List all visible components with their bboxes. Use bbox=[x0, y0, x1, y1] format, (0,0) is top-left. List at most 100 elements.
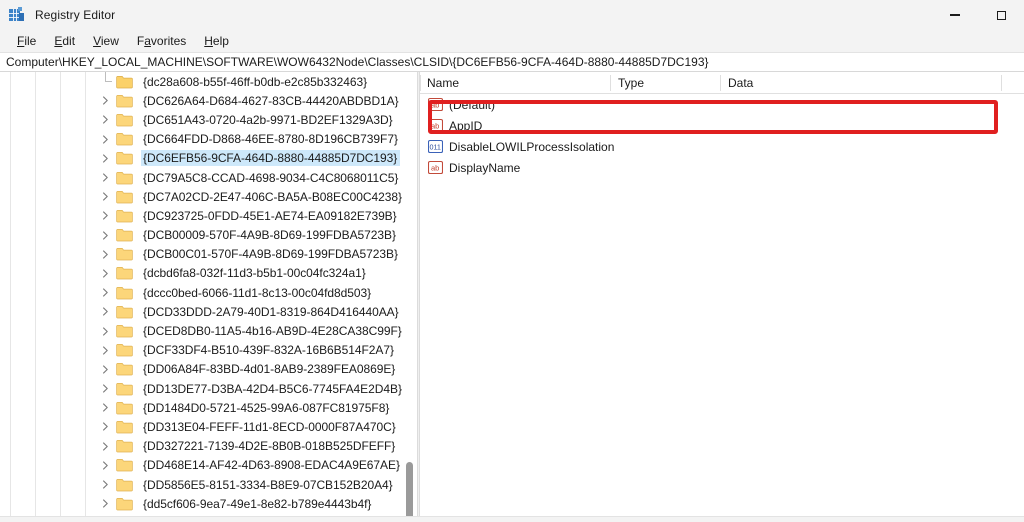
folder-icon bbox=[116, 420, 133, 434]
menu-view[interactable]: View bbox=[84, 32, 128, 50]
menu-edit[interactable]: Edit bbox=[45, 32, 84, 50]
tree-item[interactable]: {DD468E14-AF42-4D63-8908-EDAC4A9E67AE} bbox=[0, 456, 405, 475]
tree-item[interactable]: {DCF33DF4-B510-439F-832A-16B6B514F2A7} bbox=[0, 341, 405, 360]
chevron-right-icon[interactable] bbox=[100, 421, 111, 432]
chevron-right-icon[interactable] bbox=[100, 383, 111, 394]
column-header-type[interactable]: Type bbox=[611, 72, 721, 94]
folder-icon bbox=[116, 151, 133, 165]
folder-icon bbox=[116, 324, 133, 338]
minimize-button[interactable] bbox=[932, 0, 978, 30]
chevron-right-icon[interactable] bbox=[100, 134, 111, 145]
tree-item-label: {DD5856E5-8151-3334-B8E9-07CB152B20A4} bbox=[143, 477, 393, 492]
tree-item-label: {DC664FDD-D868-46EE-8780-8D196CB739F7} bbox=[143, 132, 398, 147]
chevron-right-icon[interactable] bbox=[100, 441, 111, 452]
maximize-button[interactable] bbox=[978, 0, 1024, 30]
value-row[interactable]: abDisplayNameREG_SZ@C:\Program Files\Ado… bbox=[420, 157, 1024, 178]
key-tree-pane[interactable]: {dc28a608-b55f-46ff-b0db-e2c85b332463} {D… bbox=[0, 72, 417, 522]
tree-item-label: {DCD33DDD-2A79-40D1-8319-864D416440AA} bbox=[143, 304, 399, 319]
tree-item[interactable]: {DC79A5C8-CCAD-4698-9034-C4C8068011C5} bbox=[0, 168, 405, 187]
value-row[interactable]: ab(Default)REG_SZAdobe PDF Preview Handl… bbox=[420, 94, 1024, 115]
tree-item[interactable]: {dccc0bed-6066-11d1-8c13-00c04fd8d503} bbox=[0, 283, 405, 302]
value-name: DisableLOWILProcessIsolation bbox=[449, 139, 615, 154]
values-list[interactable]: ab(Default)REG_SZAdobe PDF Preview Handl… bbox=[420, 94, 1024, 178]
tree-item-label: {dcbd6fa8-032f-11d3-b5b1-00c04fc324a1} bbox=[143, 266, 366, 281]
folder-icon bbox=[116, 305, 133, 319]
column-header-data[interactable]: Data bbox=[721, 72, 1001, 94]
value-row[interactable]: 011DisableLOWILProcessIsolationREG_DWORD… bbox=[420, 136, 1024, 157]
chevron-right-icon[interactable] bbox=[100, 402, 111, 413]
folder-icon bbox=[116, 132, 133, 146]
tree-item[interactable]: {DC7A02CD-2E47-406C-BA5A-B08EC00C4238} bbox=[0, 187, 405, 206]
chevron-right-icon[interactable] bbox=[100, 210, 111, 221]
string-value-icon: ab bbox=[428, 97, 443, 112]
tree-item[interactable]: {dd5cf606-9ea7-49e1-8e82-b789e4443b4f} bbox=[0, 494, 405, 513]
chevron-right-icon[interactable] bbox=[100, 153, 111, 164]
tree-item[interactable]: {DCB00C01-570F-4A9B-8D69-199FDBA5723B} bbox=[0, 245, 405, 264]
content-area: {dc28a608-b55f-46ff-b0db-e2c85b332463} {D… bbox=[0, 72, 1024, 522]
tree-item-label: {DD06A84F-83BD-4d01-8AB9-2389FEA0869E} bbox=[143, 362, 396, 377]
tree-scrollbar[interactable] bbox=[404, 72, 415, 522]
tree-item[interactable]: {DCD33DDD-2A79-40D1-8319-864D416440AA} bbox=[0, 302, 405, 321]
tree-item[interactable]: {DD06A84F-83BD-4d01-8AB9-2389FEA0869E} bbox=[0, 360, 405, 379]
registry-key-tree[interactable]: {dc28a608-b55f-46ff-b0db-e2c85b332463} {D… bbox=[0, 72, 405, 522]
tree-item[interactable]: {DCB00009-570F-4A9B-8D69-199FDBA5723B} bbox=[0, 226, 405, 245]
menu-bar: File Edit View Favorites Help bbox=[0, 30, 1024, 52]
menu-help[interactable]: Help bbox=[195, 32, 238, 50]
tree-item[interactable]: {DC651A43-0720-4a2b-9971-BD2EF1329A3D} bbox=[0, 110, 405, 129]
folder-icon bbox=[116, 266, 133, 280]
tree-item-label: {DC651A43-0720-4a2b-9971-BD2EF1329A3D} bbox=[143, 112, 393, 127]
chevron-right-icon[interactable] bbox=[100, 326, 111, 337]
tree-item[interactable]: {DD313E04-FEFF-11d1-8ECD-0000F87A470C} bbox=[0, 417, 405, 436]
tree-item-label: {DC923725-0FDD-45E1-AE74-EA09182E739B} bbox=[143, 208, 397, 223]
menu-favorites[interactable]: Favorites bbox=[128, 32, 195, 50]
folder-icon bbox=[116, 362, 133, 376]
folder-icon bbox=[116, 382, 133, 396]
window-controls bbox=[932, 0, 1024, 30]
tree-item[interactable]: {DCED8DB0-11A5-4b16-AB9D-4E28CA38C99F} bbox=[0, 321, 405, 340]
tree-item[interactable]: {DD1484D0-5721-4525-99A6-087FC81975F8} bbox=[0, 398, 405, 417]
folder-icon bbox=[116, 228, 133, 242]
address-bar[interactable]: Computer\HKEY_LOCAL_MACHINE\SOFTWARE\WOW… bbox=[0, 52, 1024, 72]
chevron-right-icon[interactable] bbox=[100, 191, 111, 202]
tree-item[interactable]: {dcbd6fa8-032f-11d3-b5b1-00c04fc324a1} bbox=[0, 264, 405, 283]
chevron-right-icon[interactable] bbox=[100, 498, 111, 509]
folder-icon bbox=[116, 190, 133, 204]
tree-item[interactable]: {dc28a608-b55f-46ff-b0db-e2c85b332463} bbox=[0, 72, 405, 91]
value-row[interactable]: abAppIDREG_SZ{6d2b5079-2f0b-48dd-ab7f-97… bbox=[420, 115, 1024, 136]
chevron-right-icon[interactable] bbox=[100, 479, 111, 490]
chevron-right-icon[interactable] bbox=[100, 268, 111, 279]
chevron-right-icon[interactable] bbox=[100, 114, 111, 125]
chevron-right-icon[interactable] bbox=[100, 460, 111, 471]
tree-scrollbar-thumb[interactable] bbox=[406, 462, 413, 522]
tree-item[interactable]: {DC6EFB56-9CFA-464D-8880-44885D7DC193} bbox=[0, 149, 405, 168]
tree-item[interactable]: {DD13DE77-D3BA-42D4-B5C6-7745FA4E2D4B} bbox=[0, 379, 405, 398]
menu-file[interactable]: File bbox=[8, 32, 45, 50]
folder-icon bbox=[116, 343, 133, 357]
value-name: DisplayName bbox=[449, 160, 521, 175]
folder-icon bbox=[116, 286, 133, 300]
registry-editor-icon bbox=[9, 7, 25, 23]
tree-item[interactable]: {DD327221-7139-4D2E-8B0B-018B525DFEFF} bbox=[0, 437, 405, 456]
tree-item-label: {DD13DE77-D3BA-42D4-B5C6-7745FA4E2D4B} bbox=[143, 381, 402, 396]
tree-item-label: {DCB00009-570F-4A9B-8D69-199FDBA5723B} bbox=[143, 228, 396, 243]
tree-item[interactable]: {DC664FDD-D868-46EE-8780-8D196CB739F7} bbox=[0, 130, 405, 149]
string-value-icon: ab bbox=[428, 160, 443, 175]
chevron-right-icon[interactable] bbox=[100, 287, 111, 298]
values-pane[interactable]: Name Type Data ab(Default)REG_SZAdobe PD… bbox=[420, 72, 1024, 522]
tree-item[interactable]: {DC626A64-D684-4627-83CB-44420ABDBD1A} bbox=[0, 91, 405, 110]
folder-icon bbox=[116, 113, 133, 127]
tree-item-label: {DD468E14-AF42-4D63-8908-EDAC4A9E67AE} bbox=[143, 458, 400, 473]
registry-editor-window: Registry Editor File Edit View Favorites… bbox=[0, 0, 1024, 522]
chevron-right-icon[interactable] bbox=[100, 306, 111, 317]
chevron-right-icon[interactable] bbox=[100, 249, 111, 260]
tree-item[interactable]: {DC923725-0FDD-45E1-AE74-EA09182E739B} bbox=[0, 206, 405, 225]
chevron-right-icon[interactable] bbox=[100, 172, 111, 183]
tree-item-label: {DD313E04-FEFF-11d1-8ECD-0000F87A470C} bbox=[143, 419, 396, 434]
chevron-right-icon[interactable] bbox=[100, 345, 111, 356]
tree-item[interactable]: {DD5856E5-8151-3334-B8E9-07CB152B20A4} bbox=[0, 475, 405, 494]
chevron-right-icon[interactable] bbox=[100, 230, 111, 241]
chevron-right-icon[interactable] bbox=[100, 95, 111, 106]
column-header-name[interactable]: Name bbox=[420, 72, 611, 94]
chevron-right-icon[interactable] bbox=[100, 364, 111, 375]
tree-item-label: {DD327221-7139-4D2E-8B0B-018B525DFEFF} bbox=[143, 439, 396, 454]
